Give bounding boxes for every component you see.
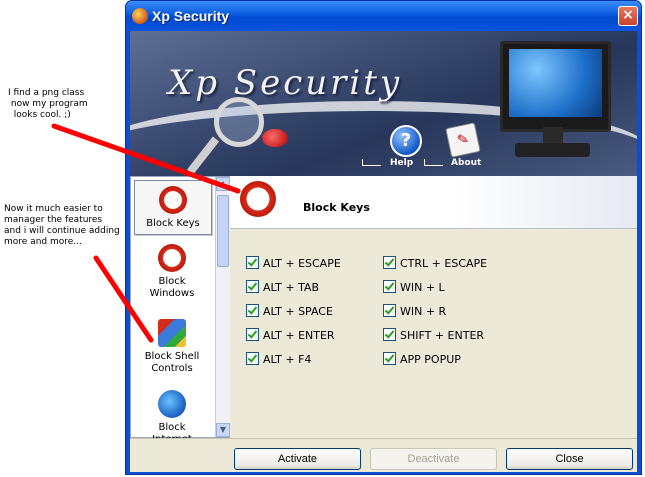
annotation-arrow-2 xyxy=(93,255,154,343)
annotation-arrow-1 xyxy=(51,123,241,194)
annotation-arrows xyxy=(51,123,241,343)
